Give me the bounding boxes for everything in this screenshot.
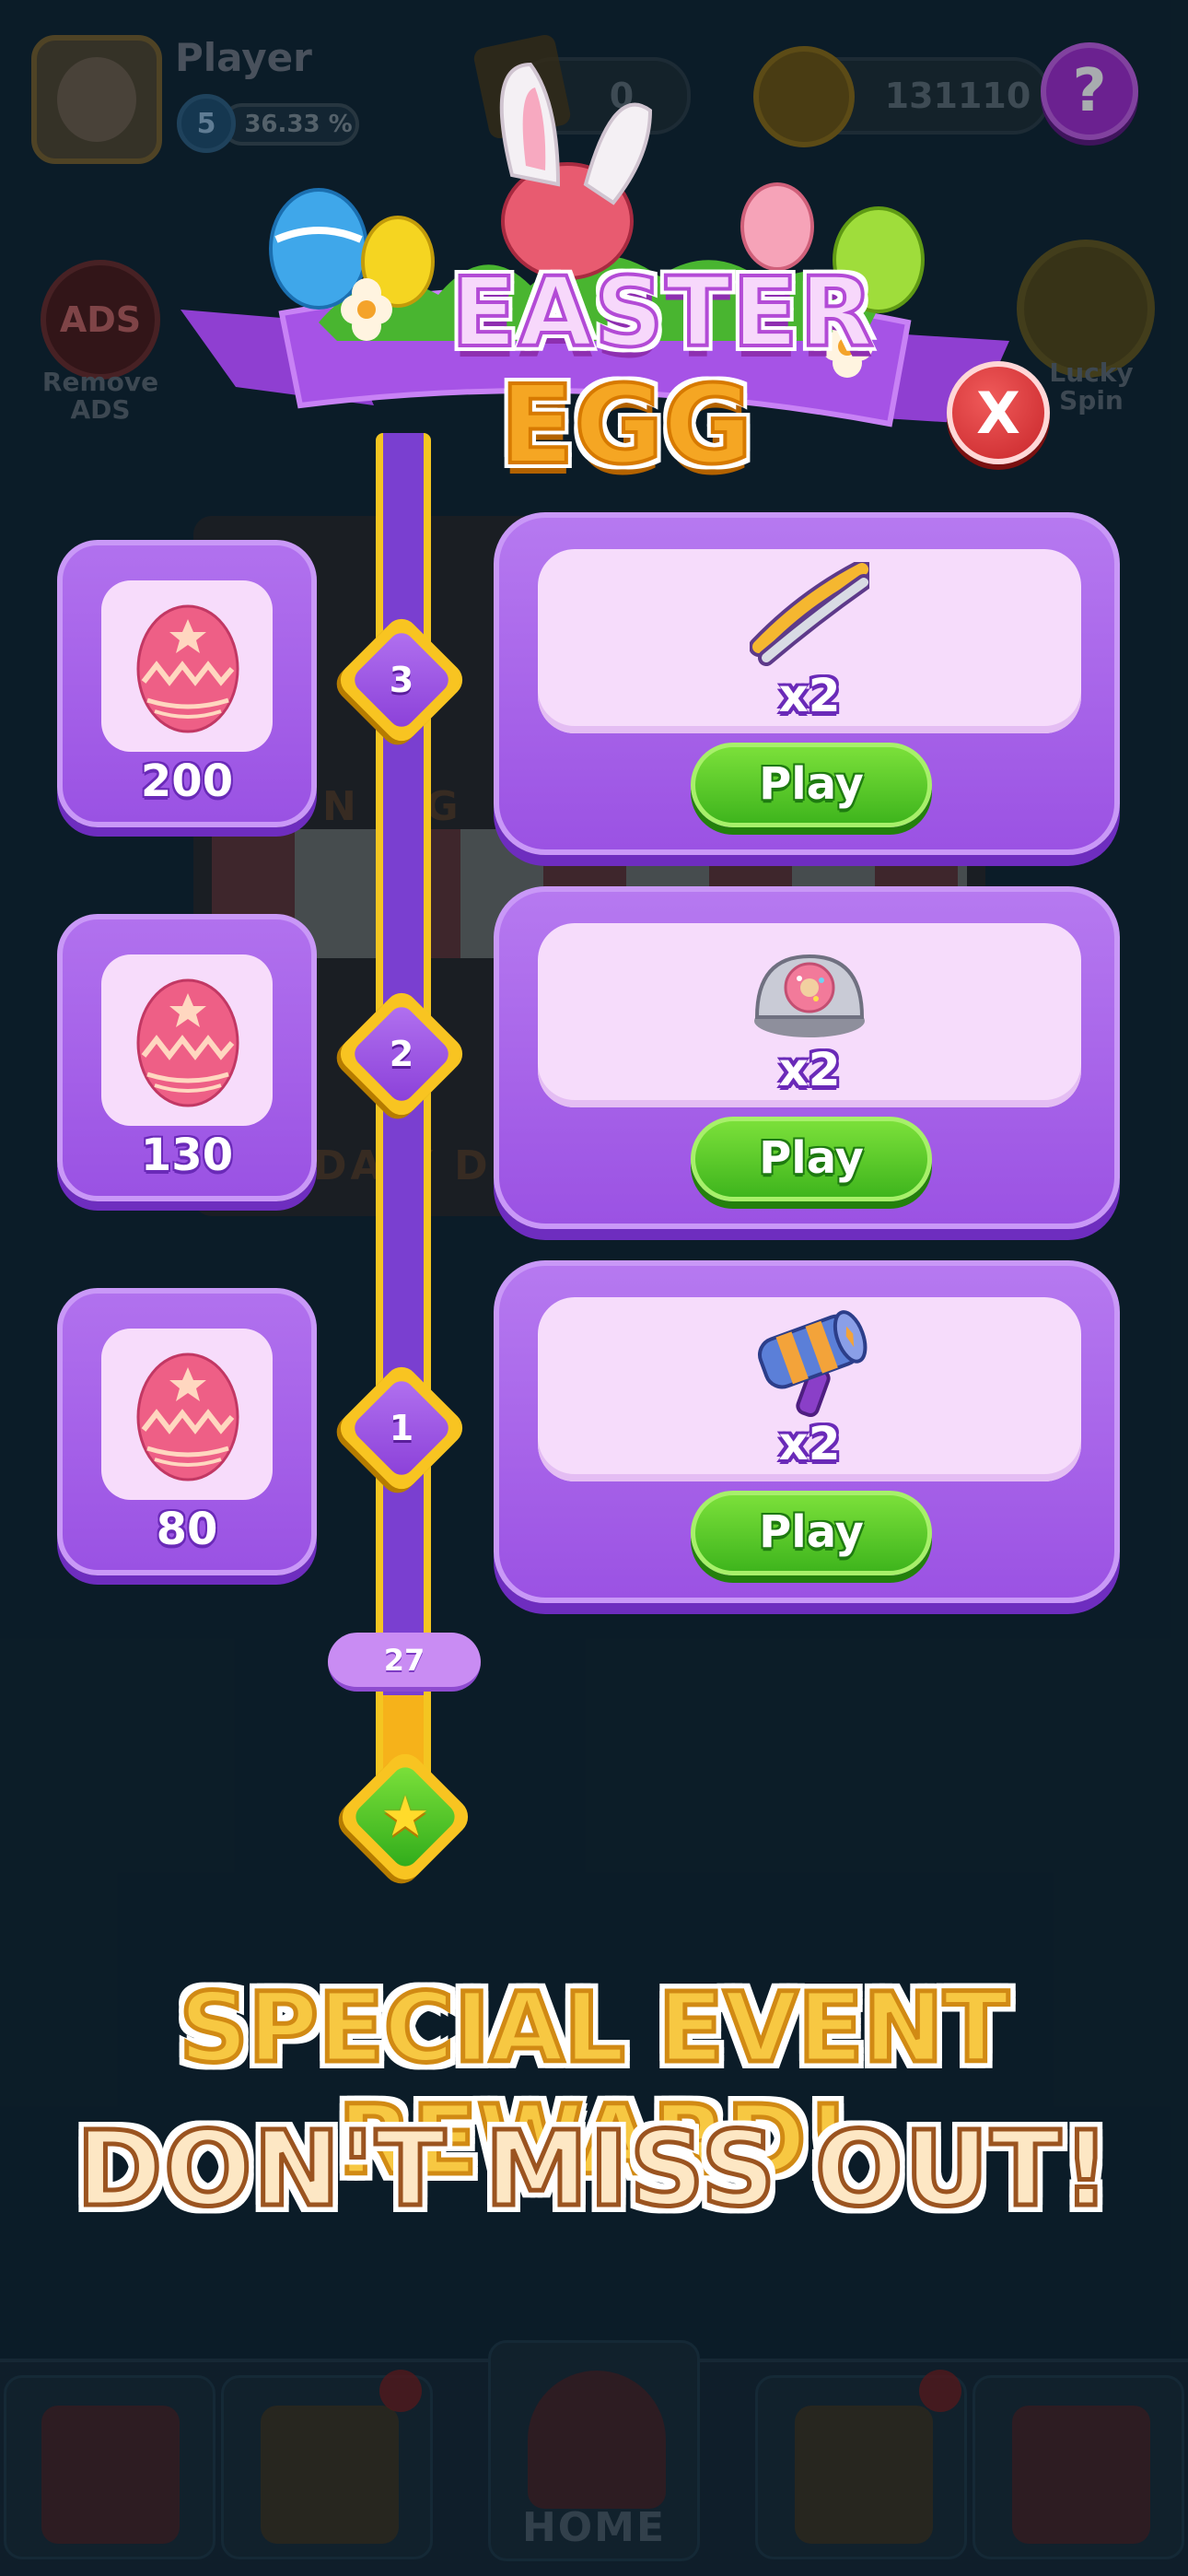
egg-slot <box>101 580 273 752</box>
level-card-3: x2 Play <box>494 512 1120 855</box>
play-button-level-1[interactable]: Play <box>691 1491 932 1575</box>
egg-points: 200 <box>140 755 234 807</box>
level-node-label-1: 1 <box>389 1408 414 1448</box>
event-title-top: EASTER <box>449 254 876 370</box>
star-icon: ★ <box>380 1785 430 1849</box>
reward-panel: x2 <box>538 1297 1081 1481</box>
easter-egg-icon <box>136 978 239 1107</box>
egg-points: 80 <box>156 1504 218 1555</box>
reward-count: x2 <box>778 669 841 722</box>
donut-dish-icon <box>754 954 865 1037</box>
promo-subheadline: DON'T MISS OUT! <box>75 2108 1112 2232</box>
progress-counter: 27 <box>328 1633 481 1692</box>
reward-count: x2 <box>778 1043 841 1096</box>
hammer-icon <box>758 1310 868 1418</box>
level-node-label-3: 3 <box>389 660 414 700</box>
reward-panel: x2 <box>538 549 1081 733</box>
close-button[interactable]: X <box>947 361 1050 464</box>
egg-slot <box>101 954 273 1126</box>
level-card-1: x2 Play <box>494 1260 1120 1603</box>
play-button-level-2[interactable]: Play <box>691 1117 932 1201</box>
level-node-label-2: 2 <box>389 1034 414 1074</box>
tongs-icon <box>750 562 869 666</box>
egg-reward-card-1: 80 <box>57 1288 317 1575</box>
egg-slot <box>101 1329 273 1500</box>
event-title-bottom: EGG <box>498 359 754 490</box>
egg-points: 130 <box>140 1130 234 1181</box>
reward-count: x2 <box>778 1417 841 1470</box>
reward-panel: x2 <box>538 923 1081 1107</box>
easter-egg-icon <box>136 604 239 733</box>
play-button-level-3[interactable]: Play <box>691 743 932 827</box>
egg-reward-card-3: 200 <box>57 540 317 827</box>
easter-egg-icon <box>136 1352 239 1481</box>
egg-reward-card-2: 130 <box>57 914 317 1201</box>
level-card-2: x2 Play <box>494 886 1120 1229</box>
